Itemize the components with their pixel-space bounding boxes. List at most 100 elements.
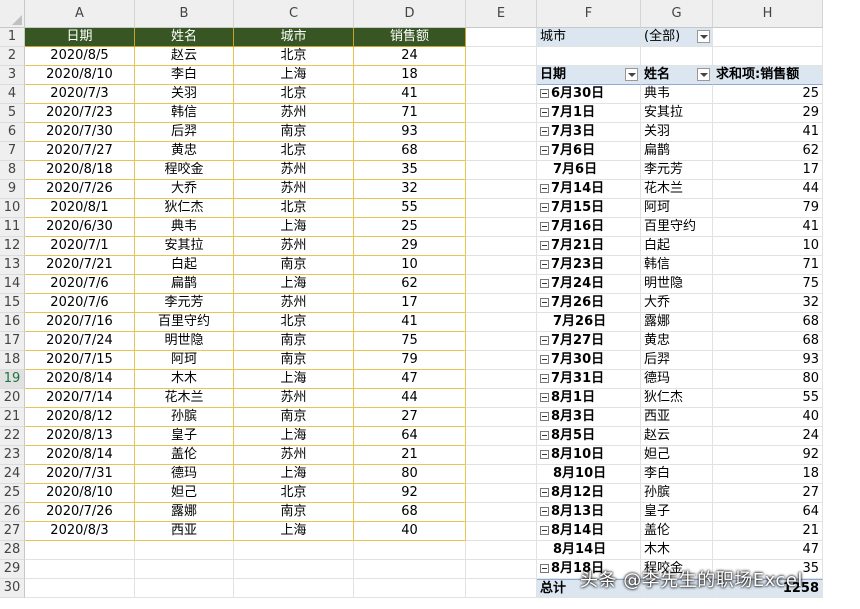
cell[interactable] — [466, 256, 537, 275]
pivot-filter-value[interactable]: (全部) — [641, 28, 713, 47]
row-header-4[interactable]: 4 — [0, 85, 25, 104]
pivot-row-name[interactable]: 皇子 — [641, 503, 713, 522]
cell[interactable] — [466, 142, 537, 161]
collapse-icon[interactable] — [540, 184, 549, 193]
row-header-10[interactable]: 10 — [0, 199, 25, 218]
cell[interactable] — [466, 66, 537, 85]
pivot-row-value[interactable]: 68 — [713, 313, 823, 332]
table-cell[interactable]: 北京 — [234, 142, 354, 161]
pivot-row-name[interactable]: 狄仁杰 — [641, 389, 713, 408]
table-cell[interactable]: 2020/7/16 — [25, 313, 135, 332]
table-cell[interactable]: 2020/8/13 — [25, 427, 135, 446]
table-cell[interactable]: 花木兰 — [135, 389, 234, 408]
table-cell[interactable]: 北京 — [234, 484, 354, 503]
pivot-row-value[interactable]: 41 — [713, 123, 823, 142]
pivot-row-value[interactable]: 79 — [713, 199, 823, 218]
table-cell[interactable]: 百里守约 — [135, 313, 234, 332]
pivot-row-date[interactable]: 7月26日 — [537, 294, 641, 313]
row-header-9[interactable]: 9 — [0, 180, 25, 199]
cell[interactable] — [25, 541, 135, 560]
pivot-row-value[interactable]: 40 — [713, 408, 823, 427]
pivot-row-name[interactable]: 安其拉 — [641, 104, 713, 123]
row-header-25[interactable]: 25 — [0, 484, 25, 503]
row-header-30[interactable]: 30 — [0, 579, 25, 598]
table-cell[interactable]: 西亚 — [135, 522, 234, 541]
collapse-icon[interactable] — [540, 203, 549, 212]
pivot-row-name[interactable]: 白起 — [641, 237, 713, 256]
pivot-row-date[interactable]: 7月31日 — [537, 370, 641, 389]
pivot-row-value[interactable]: 71 — [713, 256, 823, 275]
table-cell[interactable]: 上海 — [234, 427, 354, 446]
row-header-3[interactable]: 3 — [0, 66, 25, 85]
table-cell[interactable]: 后羿 — [135, 123, 234, 142]
pivot-row-name[interactable]: 关羽 — [641, 123, 713, 142]
cell[interactable] — [135, 579, 234, 598]
column-header-G[interactable]: G — [641, 0, 713, 28]
cell[interactable] — [466, 161, 537, 180]
pivot-row-value[interactable]: 47 — [713, 541, 823, 560]
table-cell[interactable]: 上海 — [234, 465, 354, 484]
collapse-icon[interactable] — [540, 431, 549, 440]
cell[interactable] — [25, 560, 135, 579]
pivot-row-name[interactable]: 花木兰 — [641, 180, 713, 199]
row-header-20[interactable]: 20 — [0, 389, 25, 408]
row-header-29[interactable]: 29 — [0, 560, 25, 579]
table-cell[interactable]: 25 — [354, 218, 466, 237]
table-cell[interactable]: 程咬金 — [135, 161, 234, 180]
table-cell[interactable]: 21 — [354, 446, 466, 465]
table-cell[interactable]: 2020/8/14 — [25, 446, 135, 465]
row-header-21[interactable]: 21 — [0, 408, 25, 427]
table-cell[interactable]: 扁鹊 — [135, 275, 234, 294]
table-cell[interactable]: 2020/7/27 — [25, 142, 135, 161]
table-cell[interactable]: 北京 — [234, 199, 354, 218]
table-cell[interactable]: 关羽 — [135, 85, 234, 104]
table-cell[interactable]: 上海 — [234, 522, 354, 541]
cell[interactable] — [466, 180, 537, 199]
cell[interactable] — [135, 560, 234, 579]
table-cell[interactable]: 德玛 — [135, 465, 234, 484]
pivot-row-date[interactable]: 7月24日 — [537, 275, 641, 294]
table-cell[interactable]: 苏州 — [234, 389, 354, 408]
table-cell[interactable]: 92 — [354, 484, 466, 503]
pivot-row-value[interactable]: 10 — [713, 237, 823, 256]
row-header-8[interactable]: 8 — [0, 161, 25, 180]
pivot-row-value[interactable]: 17 — [713, 161, 823, 180]
collapse-icon[interactable] — [540, 222, 549, 231]
cell[interactable] — [466, 85, 537, 104]
cell[interactable] — [466, 275, 537, 294]
collapse-icon[interactable] — [540, 336, 549, 345]
cell[interactable] — [234, 579, 354, 598]
cell[interactable] — [641, 47, 713, 66]
pivot-row-date[interactable]: 7月27日 — [537, 332, 641, 351]
table-cell[interactable]: 南京 — [234, 332, 354, 351]
pivot-row-date[interactable]: 7月6日 — [537, 142, 641, 161]
table-cell[interactable]: 上海 — [234, 370, 354, 389]
table-cell[interactable]: 黄忠 — [135, 142, 234, 161]
table-cell[interactable]: 2020/8/12 — [25, 408, 135, 427]
cell[interactable] — [466, 351, 537, 370]
collapse-icon[interactable] — [540, 564, 549, 573]
pivot-row-value[interactable]: 29 — [713, 104, 823, 123]
table-cell[interactable]: 阿珂 — [135, 351, 234, 370]
collapse-icon[interactable] — [540, 526, 549, 535]
cell[interactable] — [234, 541, 354, 560]
pivot-row-name[interactable]: 后羿 — [641, 351, 713, 370]
pivot-row-date[interactable]: 7月16日 — [537, 218, 641, 237]
table-cell[interactable]: 妲己 — [135, 484, 234, 503]
pivot-row-date[interactable]: 7月6日 — [537, 161, 641, 180]
table-cell[interactable]: 大乔 — [135, 180, 234, 199]
cell[interactable] — [713, 28, 823, 47]
table-cell[interactable]: 苏州 — [234, 237, 354, 256]
table-header-cell[interactable]: 城市 — [234, 28, 354, 47]
cell[interactable] — [537, 47, 641, 66]
pivot-row-value[interactable]: 75 — [713, 275, 823, 294]
table-cell[interactable]: 南京 — [234, 256, 354, 275]
cell[interactable] — [135, 541, 234, 560]
pivot-row-name[interactable]: 德玛 — [641, 370, 713, 389]
table-cell[interactable]: 2020/7/3 — [25, 85, 135, 104]
table-cell[interactable]: 2020/7/6 — [25, 294, 135, 313]
pivot-row-value[interactable]: 92 — [713, 446, 823, 465]
pivot-row-name[interactable]: 扁鹊 — [641, 142, 713, 161]
collapse-icon[interactable] — [540, 108, 549, 117]
pivot-row-value[interactable]: 21 — [713, 522, 823, 541]
